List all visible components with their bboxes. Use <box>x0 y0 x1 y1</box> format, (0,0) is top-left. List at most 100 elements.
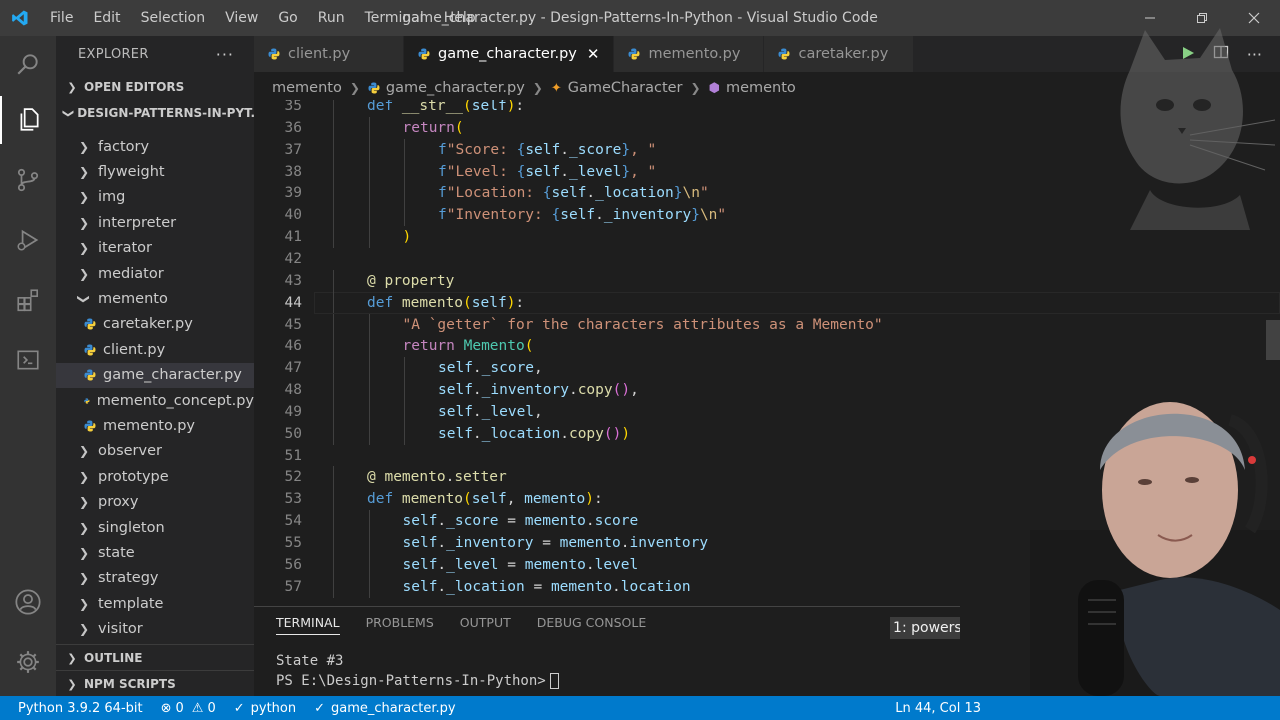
npm-scripts-section[interactable]: ❯ NPM SCRIPTS <box>56 670 254 696</box>
folder-interpreter[interactable]: ❯ interpreter <box>56 210 254 235</box>
breadcrumb-label: memento <box>272 80 342 96</box>
tree-item-label: memento.py <box>103 417 195 434</box>
menu-terminal[interactable]: Terminal <box>355 0 434 36</box>
folder-iterator[interactable]: ❯ iterator <box>56 236 254 261</box>
chevron-right-icon: ❯ <box>67 651 77 665</box>
code-text: f"Location: {self._location}\n" <box>438 182 709 204</box>
chevron-right-icon: ❯ <box>532 81 543 95</box>
remote-explorer-icon[interactable] <box>0 336 56 384</box>
folder-singleton[interactable]: ❯ singleton <box>56 515 254 540</box>
panel-tab-output[interactable]: OUTPUT <box>460 615 511 635</box>
outline-section[interactable]: ❯ OUTLINE <box>56 644 254 671</box>
line-number: 39 <box>284 185 302 202</box>
code-token: . <box>437 535 447 551</box>
extensions-icon[interactable] <box>0 276 56 324</box>
tree-item-label: template <box>98 595 164 612</box>
run-debug-icon[interactable] <box>0 216 56 264</box>
code-text: self._score, <box>438 357 543 379</box>
code-token: self <box>471 491 507 508</box>
file-memento_concept-py[interactable]: memento_concept.py <box>56 388 254 413</box>
folder-factory[interactable]: ❯ factory <box>56 134 254 159</box>
indent-guide <box>333 510 334 532</box>
panel-tabs: TERMINAL PROBLEMS OUTPUT DEBUG CONSOLE <box>276 615 646 635</box>
code-token: . <box>472 403 482 420</box>
file-check-label: game_character.py <box>331 700 456 716</box>
folder-prototype[interactable]: ❯ prototype <box>56 464 254 489</box>
indent-guide <box>368 160 370 183</box>
menu-edit[interactable]: Edit <box>83 0 130 36</box>
account-icon[interactable] <box>0 578 56 626</box>
folder-strategy[interactable]: ❯ strategy <box>56 566 254 591</box>
code-token: . <box>585 513 595 530</box>
code-token: "A `getter` for the characters attribute… <box>402 316 883 333</box>
python-interpreter[interactable]: Python 3.9.2 64-bit <box>0 696 152 720</box>
explorer-icon[interactable] <box>0 96 56 144</box>
manage-gear-icon[interactable] <box>0 638 56 686</box>
webcam-overlay <box>960 360 1280 696</box>
indent-guide <box>404 160 405 183</box>
file-caretaker-py[interactable]: caretaker.py <box>56 312 254 337</box>
language-check[interactable]: ✓ python <box>225 696 305 720</box>
code-token: f <box>438 163 447 180</box>
code-token: self <box>438 425 473 442</box>
line-number: 55 <box>284 535 302 551</box>
cursor-position[interactable]: Ln 44, Col 13 <box>886 696 990 720</box>
open-editors-section[interactable]: ❯ OPEN EDITORS <box>56 74 254 100</box>
tab-game_character-py[interactable]: game_character.py ✕ <box>404 36 615 72</box>
line-number: 50 <box>284 425 302 442</box>
indent-guide <box>333 138 334 161</box>
menu-file[interactable]: File <box>40 0 83 36</box>
breadcrumb-item[interactable]: game_character.py <box>368 80 525 96</box>
menu-go[interactable]: Go <box>268 0 307 36</box>
code-token: = <box>524 578 551 595</box>
close-tab-icon[interactable]: ✕ <box>587 45 600 63</box>
indent-guide <box>333 379 334 401</box>
open-editors-label: OPEN EDITORS <box>84 80 185 94</box>
check-icon: ✓ <box>233 700 245 716</box>
folder-state[interactable]: ❯ state <box>56 540 254 565</box>
file-game_character-py[interactable]: game_character.py <box>56 362 254 388</box>
breadcrumb-item[interactable]: ✦ GameCharacter <box>551 80 683 96</box>
breadcrumb-item[interactable]: memento <box>272 80 342 96</box>
menu-view[interactable]: View <box>215 0 268 36</box>
folder-flyweight[interactable]: ❯ flyweight <box>56 159 254 184</box>
breadcrumb-item[interactable]: ⬢ memento <box>709 80 796 96</box>
tab-client-py[interactable]: client.py <box>254 36 404 72</box>
code-text: return Memento( <box>403 335 534 357</box>
source-control-icon[interactable] <box>0 156 56 204</box>
code-token: , <box>534 360 543 377</box>
code-token: self <box>471 100 507 114</box>
terminal-prompt-line[interactable]: PS E:\Design-Patterns-In-Python> <box>276 673 559 689</box>
panel-tab-problems[interactable]: PROBLEMS <box>366 615 434 635</box>
search-icon[interactable] <box>0 40 56 88</box>
folder-proxy[interactable]: ❯ proxy <box>56 489 254 514</box>
problems-indicator[interactable]: ⊗ 0 ⚠ 0 <box>152 696 225 720</box>
code-text: def memento(self, memento): <box>367 488 603 510</box>
folder-template[interactable]: ❯ template <box>56 591 254 616</box>
chevron-right-icon: ❯ <box>67 677 77 691</box>
indent-guide <box>404 182 405 205</box>
project-section[interactable]: ❯ DESIGN-PATTERNS-IN-PYT... <box>56 100 254 126</box>
file-memento-py[interactable]: memento.py <box>56 413 254 438</box>
menu-help[interactable]: Help <box>434 0 486 36</box>
folder-observer[interactable]: ❯ observer <box>56 439 254 464</box>
folder-visitor[interactable]: ❯ visitor <box>56 616 254 641</box>
panel-tab-debug-console[interactable]: DEBUG CONSOLE <box>537 615 646 635</box>
line-number: 46 <box>284 338 302 355</box>
folder-img[interactable]: ❯ img <box>56 185 254 210</box>
menu-run[interactable]: Run <box>308 0 355 36</box>
tree-item-label: factory <box>98 138 150 155</box>
folder-mediator[interactable]: ❯ mediator <box>56 261 254 286</box>
code-token: { <box>516 163 526 180</box>
tab-caretaker-py[interactable]: caretaker.py <box>764 36 915 72</box>
folder-memento[interactable]: ❯ memento <box>56 286 254 311</box>
project-label: DESIGN-PATTERNS-IN-PYT... <box>77 106 254 120</box>
tab-memento-py[interactable]: memento.py <box>614 36 765 72</box>
file-client-py[interactable]: client.py <box>56 337 254 362</box>
menu-selection[interactable]: Selection <box>131 0 216 36</box>
more-actions-icon[interactable]: ··· <box>216 45 234 64</box>
panel-tab-terminal[interactable]: TERMINAL <box>276 615 340 635</box>
file-check[interactable]: ✓ game_character.py <box>305 696 464 720</box>
warning-icon: ⚠ <box>191 700 204 716</box>
code-token: . <box>595 207 604 224</box>
